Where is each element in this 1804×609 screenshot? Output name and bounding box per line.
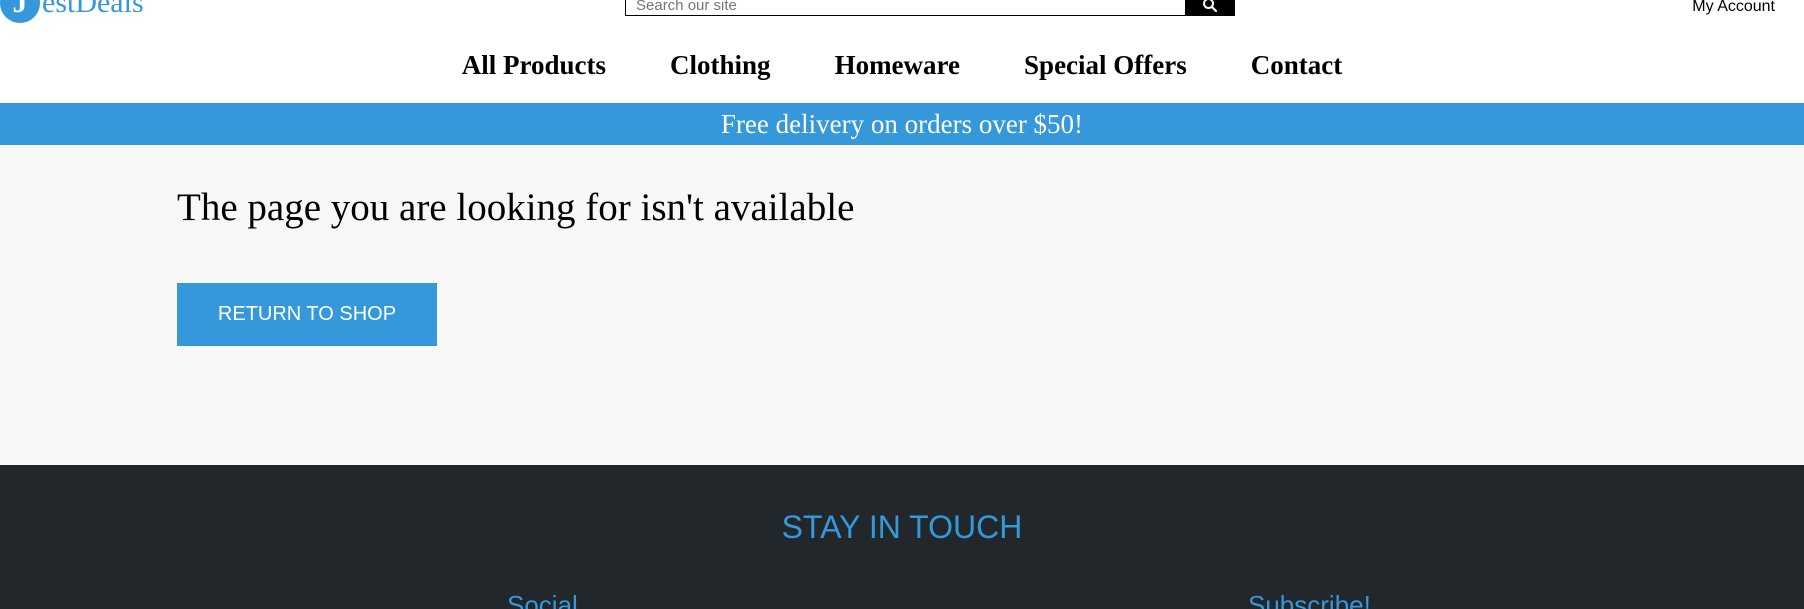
site-header: J estDeals My Account All Products Cloth… — [0, 0, 1804, 103]
main-content: The page you are looking for isn't avail… — [0, 145, 1804, 465]
search-button[interactable] — [1185, 0, 1235, 16]
site-logo[interactable]: J estDeals — [0, 0, 144, 23]
search-icon — [1203, 0, 1218, 13]
nav-item-all-products[interactable]: All Products — [430, 45, 638, 85]
footer-social-heading: Social — [507, 590, 578, 609]
site-footer: STAY IN TOUCH Social Subscribe! — [0, 465, 1804, 609]
search-bar — [625, 0, 1235, 16]
logo-text: estDeals — [42, 0, 144, 19]
main-nav: All Products Clothing Homeware Special O… — [0, 45, 1804, 85]
promo-banner-text: Free delivery on orders over $50! — [720, 108, 1084, 139]
footer-heading: STAY IN TOUCH — [781, 509, 1023, 545]
footer-subscribe-heading: Subscribe! — [1248, 590, 1371, 609]
logo-mark: J — [0, 0, 40, 23]
return-to-shop-button[interactable]: RETURN TO SHOP — [177, 283, 437, 346]
nav-item-homeware[interactable]: Homeware — [803, 45, 992, 85]
nav-item-special-offers[interactable]: Special Offers — [992, 45, 1219, 85]
my-account-link[interactable]: My Account — [1692, 0, 1775, 16]
search-input[interactable] — [625, 0, 1185, 16]
nav-item-clothing[interactable]: Clothing — [638, 45, 803, 85]
nav-item-contact[interactable]: Contact — [1219, 45, 1374, 85]
page-title: The page you are looking for isn't avail… — [177, 186, 855, 229]
promo-banner: Free delivery on orders over $50! — [0, 103, 1804, 145]
